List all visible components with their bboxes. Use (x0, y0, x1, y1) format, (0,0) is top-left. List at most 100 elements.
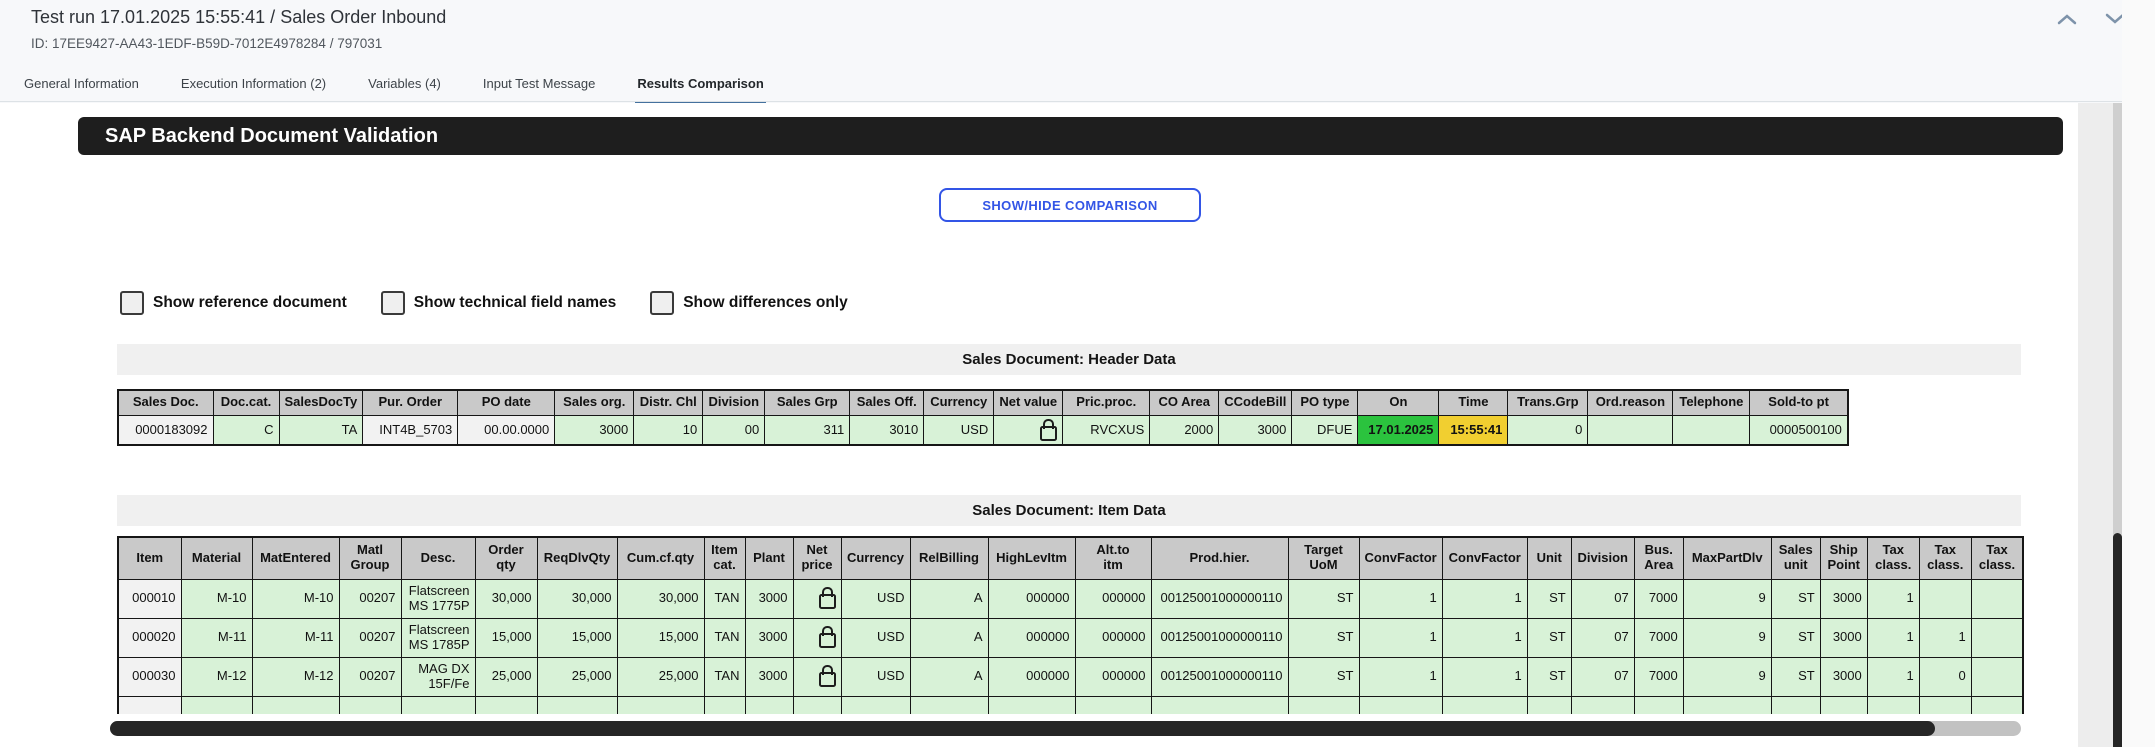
table-cell: 07 (1571, 579, 1634, 618)
table-cell: USD (841, 579, 910, 618)
table-cell: 25,000 (475, 657, 537, 696)
table-cell: USD (924, 415, 994, 445)
table-cell: 0 (1919, 657, 1971, 696)
table-cell: ST (1771, 618, 1820, 657)
table-cell: 000020 (118, 618, 181, 657)
table-cell: A (910, 618, 988, 657)
table-cell (475, 696, 537, 714)
checkbox-box[interactable] (120, 291, 144, 315)
column-header: Telephone (1673, 390, 1750, 415)
column-header: PO type (1292, 390, 1358, 415)
tab-execution-information-2[interactable]: Execution Information (2) (179, 70, 328, 102)
checkbox-label: Show reference document (153, 294, 347, 312)
column-header: Sold-to pt (1750, 390, 1848, 415)
table-cell: DFUE (1292, 415, 1358, 445)
column-header: Pric.proc. (1063, 390, 1150, 415)
checkbox-show-technical-field-names[interactable]: Show technical field names (381, 291, 616, 315)
column-header: Item cat. (704, 537, 745, 579)
table-cell (1971, 696, 2023, 714)
column-header: Net price (793, 537, 841, 579)
column-header: Prod.hier. (1151, 537, 1288, 579)
tab-variables-4[interactable]: Variables (4) (366, 70, 443, 102)
column-header: Ord.reason (1588, 390, 1673, 415)
right-gutter (2078, 103, 2113, 747)
table-cell: M-12 (252, 657, 339, 696)
column-header: Tax class. (1867, 537, 1919, 579)
chevron-up-icon[interactable] (2055, 10, 2079, 28)
column-header: Division (703, 390, 765, 415)
column-header: Sales org. (555, 390, 634, 415)
table-row (118, 696, 2023, 714)
table-cell: M-11 (252, 618, 339, 657)
table-cell (1867, 696, 1919, 714)
table-cell: ST (1527, 579, 1571, 618)
locked-cell (793, 657, 841, 696)
column-header: Order qty (475, 537, 537, 579)
column-header: Trans.Grp (1508, 390, 1588, 415)
table-cell: 1 (1919, 618, 1971, 657)
table-cell: TAN (704, 579, 745, 618)
column-header: ConvFactor (1442, 537, 1527, 579)
table-cell (1571, 696, 1634, 714)
table-cell (793, 696, 841, 714)
table-cell: 0 (1508, 415, 1588, 445)
table-cell: 0000183092 (118, 415, 213, 445)
column-header: SalesDocTy (279, 390, 363, 415)
page-title: Test run 17.01.2025 15:55:41 / Sales Ord… (31, 7, 446, 28)
table-cell: 00207 (339, 657, 401, 696)
table-cell (1919, 579, 1971, 618)
table-cell: 2000 (1150, 415, 1219, 445)
table-cell: 30,000 (537, 579, 617, 618)
vertical-scrollbar[interactable] (2113, 103, 2122, 747)
table-cell: 1 (1442, 618, 1527, 657)
table-cell (1634, 696, 1683, 714)
table-cell (1151, 696, 1288, 714)
horizontal-scrollbar-thumb[interactable] (110, 721, 1935, 736)
table-cell: 15,000 (617, 618, 704, 657)
table-cell (1588, 415, 1673, 445)
table-cell: ST (1771, 657, 1820, 696)
column-header: HighLevItm (988, 537, 1075, 579)
record-navigation (2055, 10, 2127, 28)
checkbox-box[interactable] (381, 291, 405, 315)
table-cell: 15,000 (537, 618, 617, 657)
display-options: Show reference document Show technical fi… (120, 291, 848, 315)
table-cell: 25,000 (537, 657, 617, 696)
table-cell (1971, 579, 2023, 618)
table-cell: 3000 (745, 657, 793, 696)
tab-input-test-message[interactable]: Input Test Message (481, 70, 598, 102)
checkbox-box[interactable] (650, 291, 674, 315)
table-cell: USD (841, 657, 910, 696)
vertical-scrollbar-thumb[interactable] (2113, 533, 2122, 747)
table-cell: ST (1527, 618, 1571, 657)
table-cell: Flatscreen MS 1775P (401, 579, 475, 618)
table-cell: TAN (704, 657, 745, 696)
table-cell: 3000 (1820, 579, 1867, 618)
table-cell: 30,000 (617, 579, 704, 618)
show-hide-comparison-button[interactable]: SHOW/HIDE COMPARISON (939, 188, 1201, 222)
column-header: MaxPartDlv (1683, 537, 1771, 579)
table-cell: M-11 (181, 618, 252, 657)
table-cell: 7000 (1634, 657, 1683, 696)
column-header: Item (118, 537, 181, 579)
lock-icon (819, 633, 836, 648)
column-header: Tax class. (1971, 537, 2023, 579)
checkbox-show-reference-document[interactable]: Show reference document (120, 291, 347, 315)
column-header: Sales Off. (850, 390, 924, 415)
table-cell: 17.01.2025 (1358, 415, 1439, 445)
table-cell: 3000 (1820, 657, 1867, 696)
column-header: Alt.to itm (1075, 537, 1151, 579)
column-header: Distr. Chl (634, 390, 703, 415)
lock-icon (819, 672, 836, 687)
table-cell: 1 (1442, 657, 1527, 696)
table-cell (252, 696, 339, 714)
checkbox-show-differences-only[interactable]: Show differences only (650, 291, 848, 315)
table-cell: ST (1288, 618, 1359, 657)
tab-results-comparison[interactable]: Results Comparison (635, 70, 765, 105)
tab-general-information[interactable]: General Information (22, 70, 141, 102)
table-cell: ST (1288, 579, 1359, 618)
table-cell: 10 (634, 415, 703, 445)
horizontal-scrollbar[interactable] (110, 721, 2021, 736)
table-cell (1673, 415, 1750, 445)
table-cell: Flatscreen MS 1785P (401, 618, 475, 657)
